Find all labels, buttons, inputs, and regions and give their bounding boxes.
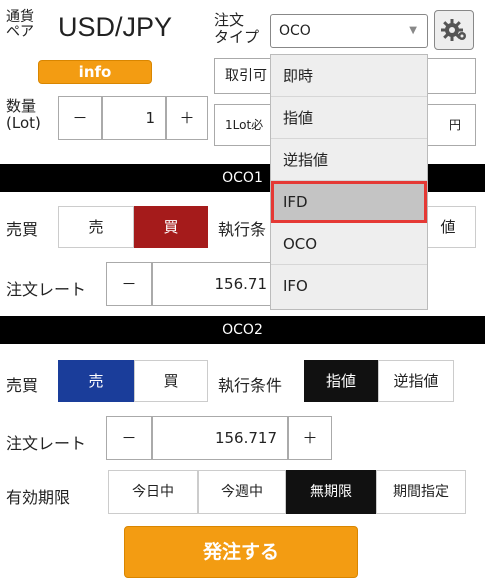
quantity-minus-button[interactable]: － [58, 96, 102, 140]
oco1-sell-button[interactable]: 売 [58, 206, 134, 248]
oco1-rate-label: 注文レート [6, 280, 87, 299]
tradable-info-text: 取引可 [225, 68, 267, 84]
oco2-sell-button[interactable]: 売 [58, 360, 134, 402]
oco2-exec-label: 執行条件 [218, 376, 283, 395]
info-button[interactable]: info [38, 60, 152, 84]
order-type-dropdown: 即時 指値 逆指値 IFD OCO IFO [270, 54, 428, 310]
quantity-input[interactable]: 1 [102, 96, 166, 140]
expiry-unlimited-button[interactable]: 無期限 [286, 470, 376, 514]
dropdown-option-immediate[interactable]: 即時 [271, 55, 427, 97]
oco2-exec-limit-button[interactable]: 指値 [304, 360, 378, 402]
expiry-specify-button[interactable]: 期間指定 [376, 470, 466, 514]
oco2-rate-label: 注文レート [6, 434, 87, 453]
dropdown-option-limit[interactable]: 指値 [271, 97, 427, 139]
dropdown-option-oco[interactable]: OCO [271, 223, 427, 265]
oco1-rate-input[interactable]: 156.71 [152, 262, 278, 306]
oco2-exec-stop-button[interactable]: 逆指値 [378, 360, 454, 402]
quantity-plus-button[interactable]: ＋ [166, 96, 208, 140]
dropdown-option-stop[interactable]: 逆指値 [271, 139, 427, 181]
oco2-rate-input[interactable]: 156.717 [152, 416, 288, 460]
order-type-value: OCO [279, 23, 311, 39]
order-type-select[interactable]: OCO ▼ [270, 14, 428, 48]
pair-label: 通貨 ペア [6, 9, 34, 40]
oco2-buy-button[interactable]: 買 [134, 360, 208, 402]
margin-info-text: 1Lot必 [225, 118, 264, 132]
submit-order-button[interactable]: 発注する [124, 526, 358, 578]
oco1-rate-minus-button[interactable]: － [106, 262, 152, 306]
oco2-rate-plus-button[interactable]: ＋ [288, 416, 332, 460]
oco1-buy-button[interactable]: 買 [134, 206, 208, 248]
expiry-label: 有効期限 [6, 488, 71, 507]
margin-info-unit: 円 [448, 118, 461, 132]
gear-icon[interactable] [434, 10, 474, 50]
pair-value[interactable]: USD/JPY [58, 12, 172, 43]
expiry-this-week-button[interactable]: 今週中 [198, 470, 286, 514]
oco2-rate-minus-button[interactable]: － [106, 416, 152, 460]
quantity-label: 数量 (Lot) [6, 97, 41, 132]
dropdown-option-ifo[interactable]: IFO [271, 265, 427, 307]
oco2-header: OCO2 [0, 316, 485, 344]
dropdown-option-ifd[interactable]: IFD [271, 181, 427, 223]
oco1-exec-label: 執行条 [218, 220, 267, 239]
oco1-side-label: 売買 [6, 220, 39, 239]
oco2-side-label: 売買 [6, 376, 39, 395]
chevron-down-icon: ▼ [409, 25, 417, 36]
order-type-label: 注文 タイプ [214, 11, 260, 46]
oco1-exec-stop-button[interactable]: 値 [420, 206, 476, 248]
expiry-today-button[interactable]: 今日中 [108, 470, 198, 514]
